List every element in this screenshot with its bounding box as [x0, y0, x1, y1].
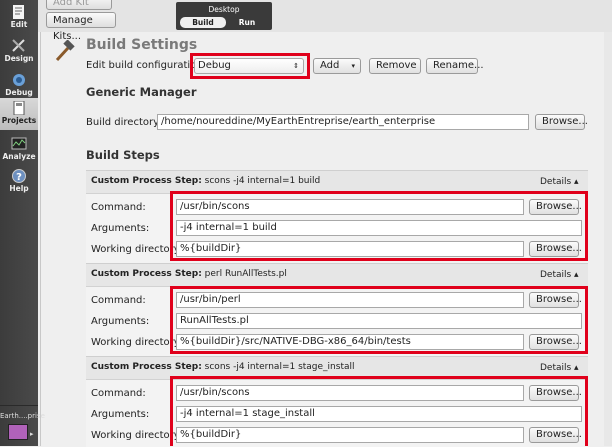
details-toggle[interactable]: Details ▴	[536, 360, 583, 376]
command-label: Command:	[91, 388, 146, 399]
kit-monitor-icon[interactable]	[8, 424, 28, 440]
mode-analyze[interactable]: Analyze	[0, 134, 38, 168]
arguments-label: Arguments:	[91, 316, 150, 327]
mode-help-label: Help	[9, 184, 29, 193]
working-dir-label: Working directory:	[91, 244, 183, 255]
mode-divider	[0, 405, 38, 406]
kit-arrow-icon[interactable]: ▸	[30, 430, 34, 438]
command-label: Command:	[91, 202, 146, 213]
build-steps-title: Build Steps	[86, 148, 160, 162]
remove-config-button[interactable]: Remove	[369, 58, 421, 74]
step-header-text: Custom Process Step: perl RunAllTests.pl	[91, 269, 287, 279]
mode-bar: Edit Design Debug Projects Analyze ? Hel…	[0, 0, 45, 446]
mode-design[interactable]: Design	[0, 36, 38, 70]
build-dir-input[interactable]: /home/noureddine/MyEarthEntreprise/earth…	[157, 114, 529, 130]
dropdown-arrow-icon: ▾	[351, 62, 355, 70]
mode-edit-label: Edit	[10, 20, 28, 29]
target-selector: Desktop Build Run	[176, 2, 272, 30]
vertical-scrollbar[interactable]	[604, 32, 612, 446]
add-config-button[interactable]: Add ▾	[313, 58, 361, 74]
add-kit-button[interactable]: Add Kit	[46, 0, 112, 10]
working-dir-label: Working directory:	[91, 430, 183, 441]
design-icon	[12, 39, 25, 52]
step-header-text: Custom Process Step: scons -j4 internal=…	[91, 362, 355, 372]
arguments-label: Arguments:	[91, 409, 150, 420]
tab-run[interactable]: Run	[226, 17, 268, 28]
add-config-label: Add	[320, 60, 340, 71]
mode-design-label: Design	[4, 54, 34, 63]
build-dir-label: Build directory:	[86, 117, 162, 128]
highlight-box	[170, 286, 588, 354]
help-icon: ?	[12, 169, 26, 183]
build-dir-browse-button[interactable]: Browse...	[535, 114, 588, 130]
config-label: Edit build configuration:	[86, 60, 207, 71]
command-label: Command:	[91, 295, 146, 306]
highlight-box	[170, 376, 588, 446]
step-header-text: Custom Process Step: scons -j4 internal=…	[91, 176, 321, 186]
highlight-box	[190, 53, 310, 79]
hammer-icon	[55, 40, 75, 62]
arguments-label: Arguments:	[91, 223, 150, 234]
working-dir-label: Working directory:	[91, 337, 183, 348]
details-toggle[interactable]: Details ▴	[536, 174, 583, 190]
highlight-box	[170, 191, 588, 261]
mode-analyze-label: Analyze	[2, 152, 36, 161]
mode-debug-label: Debug	[5, 88, 33, 97]
debug-icon	[13, 74, 25, 86]
target-name: Desktop	[208, 5, 240, 14]
mode-projects[interactable]: Projects	[0, 98, 38, 130]
details-toggle[interactable]: Details ▴	[536, 267, 583, 283]
analyze-icon	[11, 137, 27, 150]
build-settings-title: Build Settings	[86, 37, 198, 53]
manager-title: Generic Manager	[86, 85, 197, 99]
projects-icon	[13, 101, 25, 115]
rename-config-button[interactable]: Rename...	[426, 58, 484, 74]
manage-kits-button[interactable]: Manage Kits...	[46, 12, 116, 42]
mode-edit[interactable]: Edit	[0, 2, 38, 36]
panel-divider	[40, 32, 41, 446]
svg-text:?: ?	[16, 172, 22, 183]
top-bar: Add Kit Manage Kits... Desktop Build Run	[38, 0, 612, 42]
tab-build[interactable]: Build	[180, 17, 226, 28]
mode-help[interactable]: ? Help	[0, 166, 38, 200]
step-header: Custom Process Step: perl RunAllTests.pl…	[86, 264, 588, 287]
kit-label: Earth....prise	[0, 412, 45, 420]
mode-projects-label: Projects	[1, 116, 37, 125]
edit-icon	[13, 5, 24, 19]
